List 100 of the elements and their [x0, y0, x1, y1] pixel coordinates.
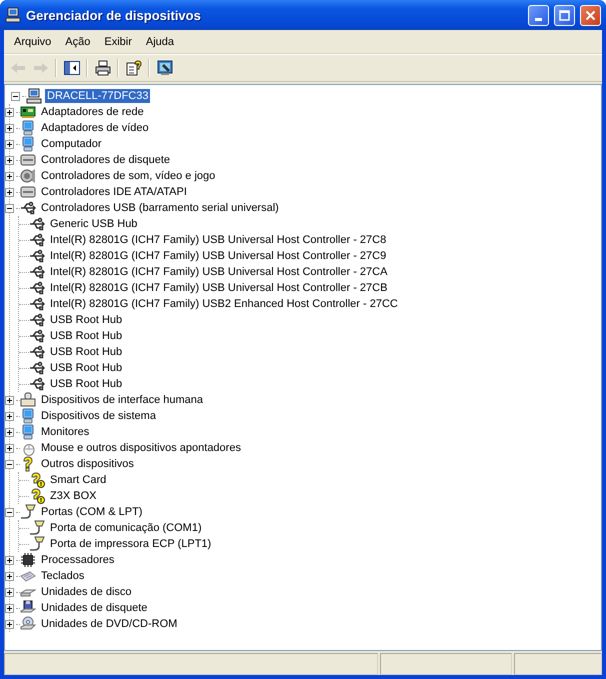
chip-icon — [20, 552, 36, 568]
plus-icon — [6, 188, 13, 196]
printer-icon — [94, 60, 110, 76]
collapse-button[interactable] — [5, 460, 14, 468]
minimize-button[interactable] — [528, 4, 549, 26]
expand-button[interactable] — [5, 428, 14, 436]
tree-item[interactable]: Adaptadores de rede — [39, 105, 146, 119]
usb-icon — [29, 360, 45, 376]
plus-icon — [6, 396, 13, 404]
tree-item[interactable]: Z3X BOX — [48, 489, 98, 503]
speaker-icon — [20, 168, 36, 184]
tree-item[interactable]: Adaptadores de vídeo — [39, 121, 151, 135]
menu-item[interactable]: Exibir — [97, 32, 139, 50]
tree-item[interactable]: Smart Card — [48, 473, 108, 487]
scan-hardware-icon — [156, 60, 172, 76]
plus-icon — [6, 556, 13, 564]
tree-item[interactable]: Intel(R) 82801G (ICH7 Family) USB Universal Host Controller - 27C8 — [48, 233, 388, 247]
expand-button[interactable] — [5, 412, 14, 420]
tree-item[interactable]: Unidades de disquete — [39, 601, 150, 615]
tree-item[interactable]: Monitores — [39, 425, 92, 439]
expand-button[interactable] — [5, 188, 14, 196]
tree-item[interactable]: Generic USB Hub — [48, 217, 140, 231]
plus-icon — [6, 444, 13, 452]
expand-button[interactable] — [5, 572, 14, 580]
drive-icon — [20, 184, 36, 200]
plus-icon — [6, 140, 13, 148]
tree-item[interactable]: Porta de impressora ECP (LPT1) — [48, 537, 214, 551]
expand-button[interactable] — [5, 444, 14, 452]
tree-item[interactable]: Controladores de disquete — [39, 153, 172, 167]
expand-button[interactable] — [5, 140, 14, 148]
tree-item[interactable]: Unidades de DVD/CD-ROM — [39, 617, 180, 631]
menu-item[interactable]: Ação — [58, 32, 98, 50]
usb-icon — [29, 344, 45, 360]
tree-item[interactable]: USB Root Hub — [48, 345, 124, 359]
tree-item[interactable]: Controladores de som, vídeo e jogo — [39, 169, 218, 183]
plus-icon — [6, 572, 13, 580]
plus-icon — [6, 108, 13, 116]
tree-item[interactable]: USB Root Hub — [48, 377, 124, 391]
plus-icon — [6, 156, 13, 164]
pane-toggle-icon — [64, 61, 80, 75]
tree-item[interactable]: Dispositivos de sistema — [39, 409, 158, 423]
tree-item[interactable]: Computador — [39, 137, 104, 151]
tree-item[interactable]: Intel(R) 82801G (ICH7 Family) USB Universal Host Controller - 27CA — [48, 265, 390, 279]
port-connector-icon — [20, 504, 36, 520]
tree-item[interactable]: USB Root Hub — [48, 329, 124, 343]
usb-icon — [29, 280, 45, 296]
tree-item[interactable]: Intel(R) 82801G (ICH7 Family) USB Universal Host Controller - 27C9 — [48, 249, 388, 263]
usb-icon — [29, 232, 45, 248]
expand-button[interactable] — [5, 604, 14, 612]
expand-button[interactable] — [5, 156, 14, 164]
tree-item[interactable]: Outros dispositivos — [39, 457, 136, 471]
close-icon — [585, 10, 596, 20]
forward-arrow-icon — [32, 62, 48, 74]
tree-item[interactable]: Teclados — [39, 569, 86, 583]
plus-icon — [6, 172, 13, 180]
expand-button[interactable] — [5, 396, 14, 404]
port-connector-icon — [29, 536, 45, 552]
expand-button[interactable] — [5, 588, 14, 596]
tree-item[interactable]: USB Root Hub — [48, 361, 124, 375]
close-button[interactable] — [580, 4, 601, 26]
monitor-icon — [20, 408, 36, 424]
tree-item[interactable]: USB Root Hub — [48, 313, 124, 327]
disc-drive-icon — [20, 616, 36, 632]
expand-button[interactable] — [5, 124, 14, 132]
expand-button[interactable] — [5, 556, 14, 564]
window-title: Gerenciador de dispositivos — [26, 8, 202, 22]
plus-icon — [6, 588, 13, 596]
tree-item[interactable]: Porta de comunicação (COM1) — [48, 521, 204, 535]
tree-item[interactable]: Unidades de disco — [39, 585, 134, 599]
tree-item[interactable]: Intel(R) 82801G (ICH7 Family) USB2 Enhanced Host Controller - 27CC — [48, 297, 400, 311]
usb-icon — [29, 264, 45, 280]
monitor-icon — [20, 424, 36, 440]
minimize-icon — [535, 18, 542, 20]
usb-icon — [29, 216, 45, 232]
usb-icon — [29, 312, 45, 328]
tree-item[interactable]: Dispositivos de interface humana — [39, 393, 206, 407]
maximize-button[interactable] — [554, 4, 575, 26]
tree-item[interactable]: Controladores USB (barramento serial universal) — [39, 201, 281, 215]
plus-icon — [6, 620, 13, 628]
collapse-button[interactable] — [5, 508, 14, 516]
tree-item[interactable]: Mouse e outros dispositivos apontadores — [39, 441, 243, 455]
warning-question-icon — [29, 488, 45, 504]
tree-item[interactable]: Processadores — [39, 553, 116, 567]
computer-icon — [5, 7, 21, 23]
tree-item[interactable]: Portas (COM & LPT) — [39, 505, 144, 519]
back-arrow-icon — [10, 62, 26, 74]
expand-button[interactable] — [5, 172, 14, 180]
menu-item[interactable]: Ajuda — [138, 32, 182, 50]
expand-button[interactable] — [5, 620, 14, 628]
computer-icon — [26, 88, 42, 104]
tree-item[interactable]: DRACELL-77DFC33 — [45, 89, 150, 103]
tree-item[interactable]: Intel(R) 82801G (ICH7 Family) USB Universal Host Controller - 27CB — [48, 281, 390, 295]
keyboard-mouse-icon — [20, 392, 36, 408]
menu-item[interactable]: Arquivo — [7, 32, 58, 50]
collapse-button[interactable] — [5, 204, 14, 212]
tree-item[interactable]: Controladores IDE ATA/ATAPI — [39, 185, 189, 199]
collapse-button[interactable] — [11, 92, 20, 100]
usb-icon — [29, 248, 45, 264]
expand-button[interactable] — [5, 108, 14, 116]
properties-help-icon — [126, 60, 142, 76]
